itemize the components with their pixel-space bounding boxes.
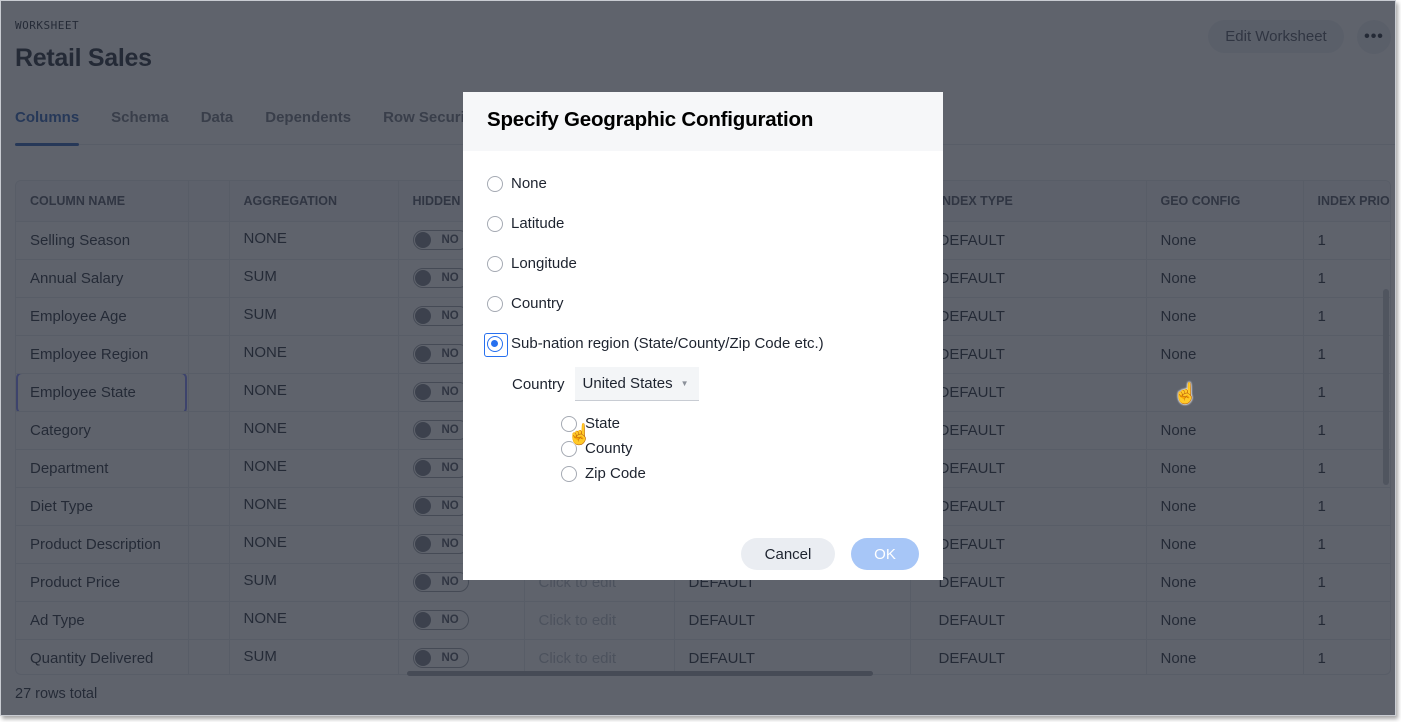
option-sub-nation-region[interactable]: Sub-nation region (State/County/Zip Code… <box>484 332 824 357</box>
dialog-title: Specify Geographic Configuration <box>487 108 814 131</box>
country-field: Country United States ▼ <box>512 367 699 401</box>
radio-longitude[interactable] <box>487 255 503 272</box>
option-label: Longitude <box>511 255 577 272</box>
option-latitude[interactable]: Latitude <box>487 215 564 232</box>
radio-zip-code[interactable] <box>561 465 577 482</box>
option-none[interactable]: None <box>487 175 547 192</box>
sub-option-label: Zip Code <box>585 465 646 482</box>
option-country[interactable]: Country <box>487 295 564 312</box>
option-longitude[interactable]: Longitude <box>487 255 577 272</box>
dialog-header: Specify Geographic Configuration <box>463 92 943 151</box>
option-label: Sub-nation region (State/County/Zip Code… <box>511 335 824 352</box>
option-label: Country <box>511 295 564 312</box>
geo-config-dialog: Specify Geographic Configuration None La… <box>463 92 943 580</box>
focus-ring <box>484 332 508 357</box>
radio-latitude[interactable] <box>487 215 503 232</box>
radio-none[interactable] <box>487 175 503 192</box>
country-dropdown[interactable]: United States ▼ <box>574 367 699 401</box>
app-window: WORKSHEET Retail Sales Edit Worksheet ••… <box>0 0 1396 716</box>
country-value: United States <box>582 375 673 392</box>
sub-option-label: County <box>585 440 633 457</box>
radio-sub-nation-region[interactable] <box>484 332 508 357</box>
cancel-button[interactable]: Cancel <box>741 538 835 570</box>
radio-country[interactable] <box>487 295 503 312</box>
option-label: Latitude <box>511 215 565 232</box>
country-label: Country <box>512 375 565 393</box>
pointer-cursor-icon: ☝ <box>567 424 592 446</box>
option-label: None <box>511 175 547 192</box>
pointer-cursor-icon: ☝ <box>1173 383 1198 405</box>
ok-button[interactable]: OK <box>851 538 919 570</box>
chevron-down-icon: ▼ <box>680 379 689 388</box>
sub-option-zip-code[interactable]: Zip Code <box>561 465 646 482</box>
